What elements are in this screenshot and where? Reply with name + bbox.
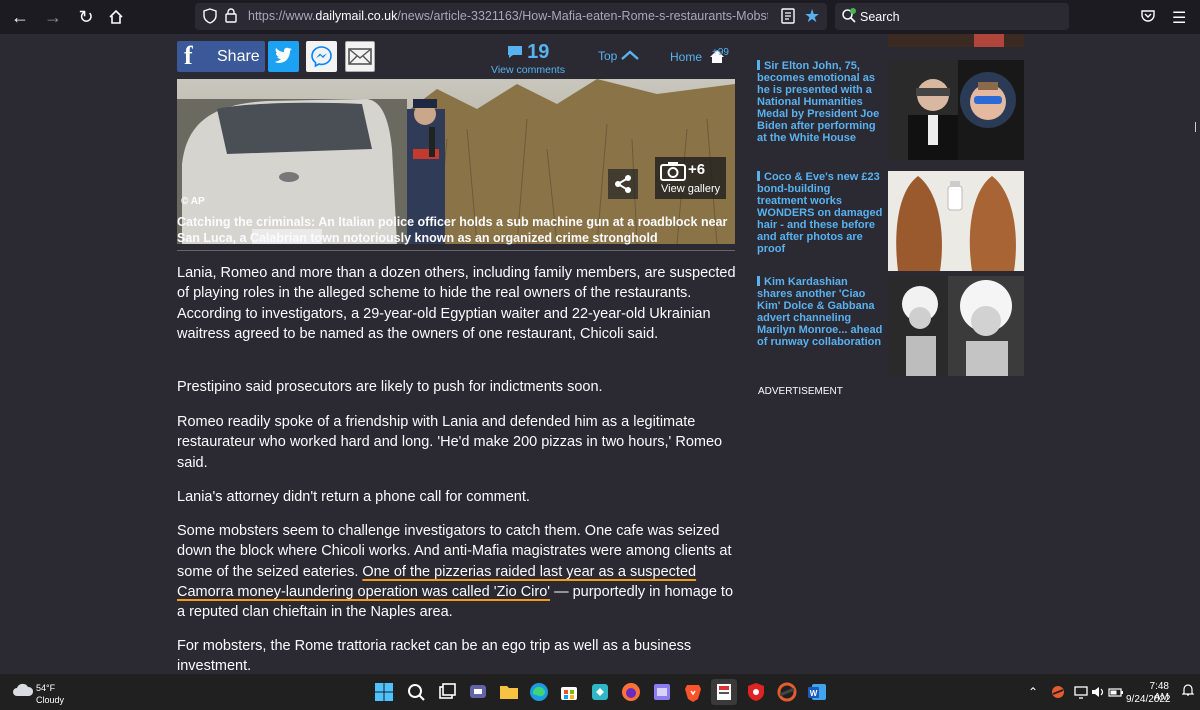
display-icon[interactable] — [1074, 685, 1088, 702]
clock-date[interactable]: 9/24/2022 — [1126, 694, 1171, 705]
lock-icon[interactable] — [225, 8, 237, 26]
url-text[interactable]: https://www.dailymail.co.uk/news/article… — [248, 9, 768, 23]
file-explorer-icon[interactable] — [498, 681, 520, 703]
brave-icon[interactable] — [682, 681, 704, 703]
image-share-button[interactable] — [608, 169, 638, 199]
app-icon[interactable] — [589, 681, 611, 703]
menu-icon[interactable]: ☰ — [1172, 8, 1186, 28]
app-icon[interactable] — [776, 681, 798, 703]
facebook-share-label: Share — [217, 48, 260, 65]
chevron-up-icon[interactable]: ⌃ — [1028, 685, 1038, 699]
sidebar-item[interactable]: Sir Elton John, 75, becomes emotional as… — [757, 60, 1027, 160]
messenger-share-button[interactable] — [306, 41, 337, 72]
notification-icon[interactable] — [1181, 683, 1195, 700]
volume-icon[interactable] — [1091, 685, 1105, 702]
sidebar-item[interactable]: Kim Kardashian shares another 'Ciao Kim'… — [757, 276, 1027, 377]
battery-icon[interactable] — [1108, 685, 1124, 702]
sidebar-top-image[interactable] — [888, 34, 1024, 47]
home-badge: +99 — [712, 47, 729, 58]
photo-credit: © AP — [181, 196, 205, 207]
edge-icon[interactable] — [528, 681, 550, 703]
view-gallery-button[interactable]: +6 View gallery — [655, 157, 726, 199]
task-view-icon[interactable] — [436, 681, 458, 703]
top-link[interactable]: Top — [598, 49, 639, 63]
active-app-icon[interactable] — [711, 679, 737, 705]
bookmark-star-icon[interactable]: ★ — [804, 6, 820, 27]
paragraph: Lania, Romeo and more than a dozen other… — [177, 265, 736, 342]
chevron-up-icon — [620, 50, 639, 60]
sidebar-thumbnail[interactable] — [888, 60, 1024, 160]
svg-text:W: W — [810, 689, 818, 698]
view-comments-label: View comments — [491, 64, 565, 76]
envelope-icon — [348, 48, 372, 65]
sidebar-headline-text: Kim Kardashian shares another 'Ciao Kim'… — [757, 276, 883, 348]
search-placeholder: Search — [860, 10, 900, 24]
sidebar-thumbnail[interactable] — [888, 276, 1024, 376]
search-icon — [841, 8, 857, 27]
teams-chat-icon[interactable] — [467, 681, 489, 703]
sidebar-thumbnail[interactable] — [888, 171, 1024, 271]
top-label: Top — [598, 49, 618, 63]
gallery-count: +6 — [688, 161, 706, 178]
advertisement-label: ADVERTISEMENT — [758, 386, 843, 397]
start-icon[interactable] — [373, 681, 395, 703]
sidebar-item[interactable]: Coco & Eve's new £23 bond-building treat… — [757, 171, 1027, 271]
cloud-icon — [13, 683, 34, 696]
comments-link[interactable]: 19 View comments — [490, 41, 566, 76]
sidebar-headline[interactable]: Kim Kardashian shares another 'Ciao Kim'… — [757, 276, 883, 348]
home-label: Home — [670, 50, 703, 64]
web-page: f Share 19 View comments Top Home +99 © … — [0, 34, 1200, 674]
weather-condition: Cloudy — [36, 695, 65, 705]
paragraph: Romeo readily spoke of a friendship with… — [177, 414, 723, 471]
facebook-icon: f — [184, 41, 193, 70]
paragraph: Prestipino said prosecutors are likely t… — [177, 379, 603, 395]
search-taskbar-icon[interactable] — [405, 681, 427, 703]
reader-view-icon[interactable] — [781, 8, 795, 27]
sidebar-headline-text: Coco & Eve's new £23 bond-building treat… — [757, 171, 883, 255]
browser-toolbar: ← → ↻ https://www.dailymail.co.uk/news/a… — [0, 0, 1200, 34]
word-icon[interactable]: W — [806, 681, 828, 703]
comment-bubble-icon — [507, 46, 522, 58]
weather-temperature: 54°F — [36, 683, 56, 693]
headline-bar — [757, 171, 760, 181]
pocket-icon[interactable] — [1141, 9, 1155, 26]
search-bar[interactable]: Search — [835, 3, 1069, 30]
tray-app-icon[interactable] — [1051, 685, 1065, 702]
messenger-icon — [311, 46, 332, 68]
text-cursor — [1195, 122, 1196, 132]
firefox-icon[interactable] — [620, 681, 642, 703]
headline-bar — [757, 60, 760, 70]
sidebar-headline-text: Sir Elton John, 75, becomes emotional as… — [757, 60, 880, 144]
comment-count: 19 — [527, 41, 550, 63]
paragraph: Lania's attorney didn't return a phone c… — [177, 489, 530, 505]
headline-bar — [757, 276, 760, 286]
twitter-share-button[interactable] — [268, 41, 299, 72]
forward-icon[interactable]: → — [43, 7, 63, 27]
shield-icon[interactable] — [203, 8, 217, 27]
facebook-share-button[interactable]: f Share — [177, 41, 265, 72]
address-bar[interactable]: https://www.dailymail.co.uk/news/article… — [195, 3, 827, 30]
store-icon[interactable] — [558, 681, 580, 703]
camera-icon — [660, 162, 686, 181]
back-icon[interactable]: ← — [10, 7, 30, 27]
image-caption: Catching the criminals: An Italian polic… — [177, 214, 735, 251]
reload-icon[interactable]: ↻ — [76, 7, 96, 27]
vpn-icon[interactable] — [745, 681, 767, 703]
home-icon[interactable] — [106, 7, 126, 27]
weather-widget[interactable] — [12, 682, 34, 703]
app-icon[interactable] — [651, 681, 673, 703]
twitter-icon — [275, 47, 292, 63]
sidebar-headline[interactable]: Sir Elton John, 75, becomes emotional as… — [757, 60, 883, 144]
view-gallery-label: View gallery — [661, 183, 721, 195]
email-share-button[interactable] — [345, 41, 375, 72]
share-icon — [615, 175, 631, 193]
sidebar-headline[interactable]: Coco & Eve's new £23 bond-building treat… — [757, 171, 883, 255]
paragraph: For mobsters, the Rome trattoria racket … — [177, 638, 692, 674]
paragraph-with-link: Some mobsters seem to challenge investig… — [177, 521, 737, 622]
